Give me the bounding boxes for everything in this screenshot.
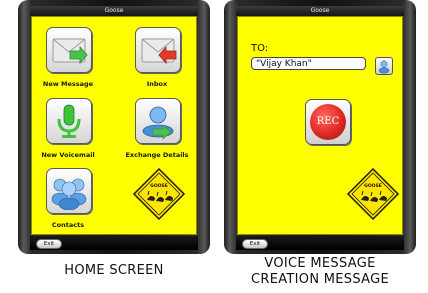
exchange-details-label: Exchange Details: [125, 151, 189, 159]
inbox-label: Inbox: [146, 80, 168, 88]
goose-crossing-logo: GOOSE: [132, 167, 186, 221]
app-title-bar: Goose: [30, 6, 198, 16]
new-message-envelope-icon: [52, 38, 88, 65]
contacts-people-icon: [51, 178, 87, 210]
microphone-icon: [57, 104, 81, 138]
voice-message-caption-line1: VOICE MESSAGE: [264, 256, 376, 271]
exit-button[interactable]: Exit: [242, 239, 268, 249]
bottom-bar: Exit: [236, 236, 404, 250]
new-voicemail-label: New Voicemail: [41, 151, 95, 159]
recipient-field[interactable]: "Vijay Khan": [251, 57, 366, 70]
home-screen-phone: Goose New Message Inbox New Voicemail Ex…: [18, 0, 210, 254]
exchange-person-icon: [142, 106, 174, 140]
app-title-bar: Goose: [236, 6, 404, 16]
contacts-label: Contacts: [51, 221, 85, 229]
home-screen-caption: HOME SCREEN: [64, 263, 164, 278]
home-screen: New Message Inbox New Voicemail Exchange…: [31, 16, 197, 235]
contact-picker-button[interactable]: [375, 57, 393, 75]
bottom-bar: Exit: [30, 236, 198, 250]
new-message-button[interactable]: [46, 27, 92, 73]
svg-text:GOOSE: GOOSE: [150, 183, 168, 189]
contact-person-icon: [378, 60, 390, 74]
to-label: TO:: [251, 43, 269, 54]
exit-button[interactable]: Exit: [36, 239, 62, 249]
voice-message-phone: Goose TO: "Vijay Khan" REC GOOSE Exit: [224, 0, 416, 254]
exchange-details-button[interactable]: [135, 98, 181, 144]
svg-text:GOOSE: GOOSE: [364, 183, 382, 189]
goose-crossing-logo: GOOSE: [346, 167, 400, 221]
inbox-envelope-icon: [141, 38, 177, 65]
voice-message-caption-line2: CREATION MESSAGE: [251, 272, 389, 287]
new-voicemail-button[interactable]: [46, 98, 92, 144]
voice-message-screen: TO: "Vijay Khan" REC GOOSE: [237, 16, 403, 235]
contacts-button[interactable]: [46, 168, 92, 214]
record-button[interactable]: REC: [305, 99, 351, 145]
new-message-label: New Message: [42, 80, 94, 88]
inbox-button[interactable]: [135, 27, 181, 73]
rec-label: REC: [310, 104, 346, 140]
